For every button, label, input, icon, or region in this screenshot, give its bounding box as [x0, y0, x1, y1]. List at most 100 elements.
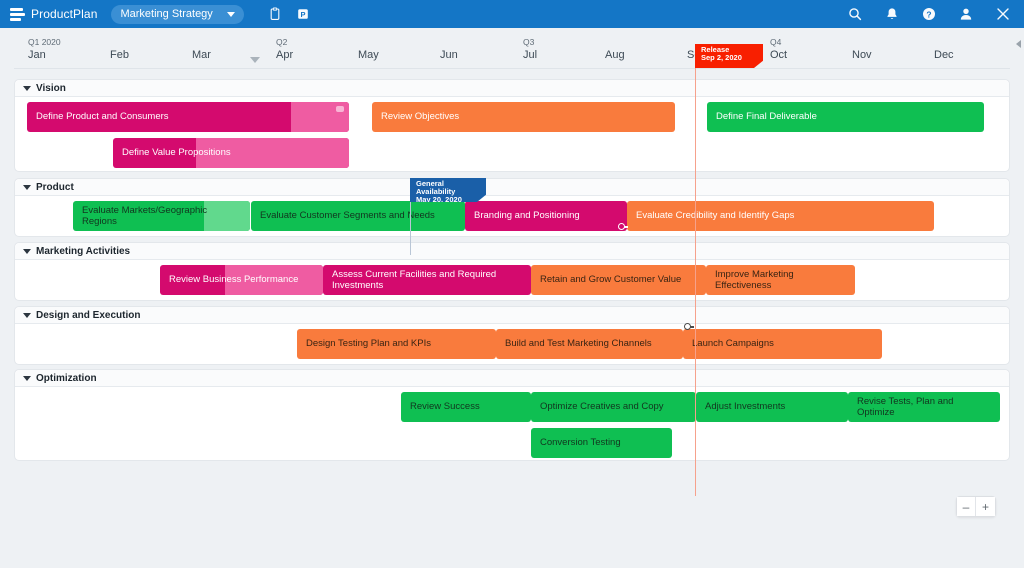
roadmap-bar[interactable]: Evaluate Credibility and Identify Gaps — [627, 201, 934, 231]
quarter-label: Q4 — [770, 37, 782, 47]
month-label: Jun — [440, 49, 458, 61]
productplan-logo[interactable]: ProductPlan — [0, 0, 109, 28]
month-label: Jul — [523, 49, 538, 61]
comment-bubble-icon[interactable] — [336, 106, 344, 112]
roadmap-bar[interactable]: Build and Test Marketing Channels — [496, 329, 683, 359]
roadmap-bar[interactable]: Branding and Positioning — [465, 201, 627, 231]
lane-header-marketing-activities[interactable]: Marketing Activities — [15, 243, 1009, 260]
roadmap-board: Q1 2020 Q2 Q3 Q4 Jan Feb Mar Apr May Jun Jul Aug Sep… — [0, 28, 1024, 568]
lane-marketing-activities[interactable]: Marketing Activities Review Business Perf… — [14, 242, 1010, 301]
roadmap-bar[interactable]: Launch Campaigns — [683, 329, 882, 359]
milestone-date: Sep 2, 2020 — [701, 53, 742, 63]
lane-title: Marketing Activities — [36, 245, 131, 257]
roadmap-selector-dropdown[interactable]: Marketing Strategy — [111, 4, 244, 24]
svg-text:P: P — [300, 10, 305, 19]
app-top-bar: ProductPlan Marketing Strategy P ? — [0, 0, 1024, 28]
bar-label: Assess Current Facilities and Required I… — [332, 268, 497, 291]
timeline-dropdown-caret-icon[interactable] — [250, 57, 260, 63]
productplan-mark-icon — [10, 7, 25, 21]
roadmap-bar[interactable]: Evaluate Markets/Geographic Regions — [73, 201, 250, 231]
bar-label: Evaluate Credibility and Identify Gaps — [636, 210, 795, 222]
milestone-title: General Availability — [416, 179, 456, 197]
bar-label: Evaluate Markets/Geographic Regions — [82, 204, 208, 227]
lane-header-optimization[interactable]: Optimization — [15, 370, 1009, 387]
bar-label: Review Business Performance — [169, 274, 299, 286]
clipboard-icon[interactable] — [268, 7, 282, 21]
month-label: Feb — [110, 49, 129, 61]
fullscreen-expand-icon[interactable] — [996, 7, 1010, 21]
collapse-panel-chevron-icon[interactable] — [1016, 40, 1021, 48]
quarter-label: Q2 — [276, 37, 288, 47]
bar-label: Design Testing Plan and KPIs — [306, 338, 431, 350]
lane-design-and-execution[interactable]: Design and Execution Design Testing Plan … — [14, 306, 1010, 365]
roadmap-bar[interactable]: Evaluate Customer Segments and Needs — [251, 201, 465, 231]
roadmap-bar[interactable]: Improve Marketing Effectiveness — [706, 265, 855, 295]
lane-body-marketing-activities: Review Business Performance Assess Curren… — [15, 260, 1009, 301]
quarter-label: Q1 2020 — [28, 37, 61, 47]
roadmap-selector-label: Marketing Strategy — [120, 8, 213, 20]
lane-body-optimization: Review Success Optimize Creatives and Cop… — [15, 387, 1009, 461]
roadmap-bar[interactable]: Retain and Grow Customer Value — [531, 265, 706, 295]
bar-label: Adjust Investments — [705, 401, 786, 413]
bar-label: Optimize Creatives and Copy — [540, 401, 664, 413]
bar-label: Build and Test Marketing Channels — [505, 338, 652, 350]
lane-header-vision[interactable]: Vision — [15, 80, 1009, 97]
search-icon[interactable] — [848, 7, 862, 21]
user-account-icon[interactable] — [959, 7, 973, 21]
milestone-flag-general-availability-milestone[interactable]: General Availability May 20, 2020 — [410, 178, 486, 202]
lane-collapse-caret-icon[interactable] — [23, 248, 31, 254]
lane-collapse-caret-icon[interactable] — [23, 184, 31, 190]
roadmap-bar[interactable]: Adjust Investments — [696, 392, 848, 422]
roadmap-bar[interactable]: Define Final Deliverable — [707, 102, 984, 132]
help-icon[interactable]: ? — [922, 7, 936, 21]
month-label: Aug — [605, 49, 625, 61]
month-label: May — [358, 49, 379, 61]
present-icon[interactable]: P — [296, 7, 310, 21]
timeline-header[interactable]: Q1 2020 Q2 Q3 Q4 Jan Feb Mar Apr May Jun Jul Aug Sep… — [14, 35, 1010, 69]
lane-optimization[interactable]: Optimization Review Success Optimize Creat… — [14, 369, 1010, 461]
notifications-bell-icon[interactable] — [885, 7, 899, 21]
roadmap-bar[interactable]: Design Testing Plan and KPIs — [297, 329, 496, 359]
month-label: Jan — [28, 49, 46, 61]
lane-product[interactable]: Product Evaluate Markets/Geographic Regio… — [14, 178, 1010, 237]
zoom-in-button[interactable]: + — [976, 497, 995, 516]
lane-title: Product — [36, 181, 74, 193]
lane-vision[interactable]: Vision Define Product and Consumers Review… — [14, 79, 1010, 172]
bar-label: Improve Marketing Effectiveness — [715, 268, 794, 291]
roadmap-bar[interactable]: Conversion Testing — [531, 428, 672, 458]
bar-label: Conversion Testing — [540, 437, 621, 449]
lane-collapse-caret-icon[interactable] — [23, 85, 31, 91]
dependency-connector-stub — [690, 326, 694, 328]
roadmap-bar[interactable]: Assess Current Facilities and Required I… — [323, 265, 531, 295]
roadmap-bar[interactable]: Review Success — [401, 392, 531, 422]
dependency-connector-stub — [624, 226, 628, 228]
roadmap-bar[interactable]: Review Objectives — [372, 102, 675, 132]
roadmap-bar[interactable]: Define Value Propositions — [113, 138, 349, 168]
svg-text:?: ? — [926, 9, 931, 19]
bar-label: Evaluate Customer Segments and Needs — [260, 210, 435, 222]
bar-label: Define Value Propositions — [122, 147, 231, 159]
month-label: Oct — [770, 49, 788, 61]
bar-label: Define Product and Consumers — [36, 111, 169, 123]
roadmap-bar[interactable]: Define Product and Consumers — [27, 102, 349, 132]
quarter-label: Q3 — [523, 37, 535, 47]
lane-title: Design and Execution — [36, 309, 141, 321]
brand-label: ProductPlan — [31, 7, 98, 21]
bar-label: Revise Tests, Plan and Optimize — [857, 395, 954, 418]
lane-header-product[interactable]: Product — [15, 179, 1009, 196]
lane-body-product: Evaluate Markets/Geographic Regions Evalu… — [15, 196, 1009, 237]
lane-collapse-caret-icon[interactable] — [23, 312, 31, 318]
milestone-flag-release-milestone[interactable]: Release Sep 2, 2020 — [695, 44, 763, 68]
chevron-down-icon — [226, 11, 235, 17]
month-label: Nov — [852, 49, 872, 61]
roadmap-bar[interactable]: Review Business Performance — [160, 265, 323, 295]
roadmap-bar[interactable]: Optimize Creatives and Copy — [531, 392, 696, 422]
lane-header-design-and-execution[interactable]: Design and Execution — [15, 307, 1009, 324]
zoom-controls[interactable]: – + — [956, 496, 996, 517]
zoom-out-button[interactable]: – — [957, 497, 976, 516]
lane-collapse-caret-icon[interactable] — [23, 375, 31, 381]
bar-label: Retain and Grow Customer Value — [540, 274, 682, 286]
roadmap-bar[interactable]: Revise Tests, Plan and Optimize — [848, 392, 1000, 422]
roadmap-canvas[interactable]: Q1 2020 Q2 Q3 Q4 Jan Feb Mar Apr May Jun Jul Aug Sep… — [14, 35, 1010, 529]
month-label: Mar — [192, 49, 211, 61]
